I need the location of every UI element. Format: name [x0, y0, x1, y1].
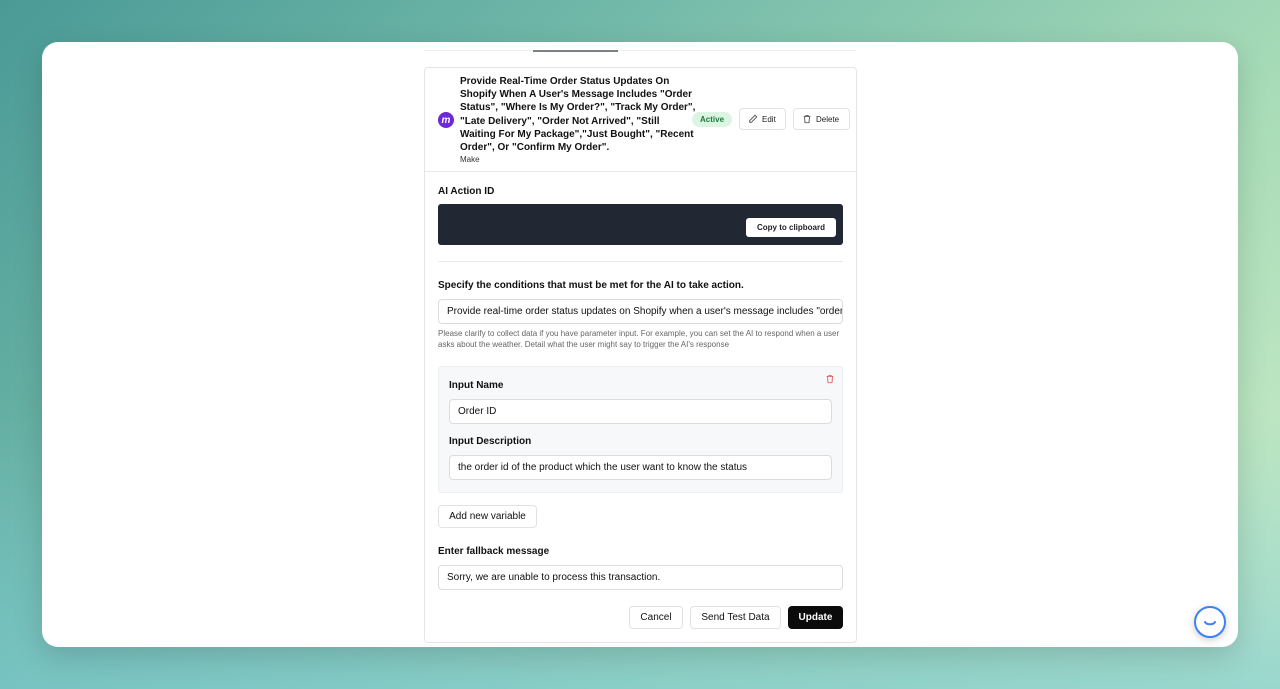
conditions-label: Specify the conditions that must be met … — [438, 280, 744, 291]
send-test-data-button[interactable]: Send Test Data — [690, 606, 781, 629]
variable-box: Input Name Order ID Input Description th… — [438, 366, 843, 493]
status-badge: Active — [692, 112, 733, 127]
ai-action-card: m Provide Real-Time Order Status Updates… — [424, 67, 857, 643]
app-name: Make — [460, 155, 480, 164]
make-logo-icon: m — [438, 112, 454, 128]
input-description-field[interactable]: the order id of the product which the us… — [449, 455, 832, 480]
delete-button[interactable]: Delete — [793, 108, 850, 130]
action-title: Provide Real-Time Order Status Updates O… — [460, 76, 696, 154]
input-description-label: Input Description — [449, 436, 532, 447]
action-header: m Provide Real-Time Order Status Updates… — [425, 68, 856, 172]
fallback-label: Enter fallback message — [438, 546, 550, 557]
input-name-field[interactable]: Order ID — [449, 399, 832, 424]
edit-button[interactable]: Edit — [739, 108, 786, 130]
ai-action-id-label: AI Action ID — [438, 186, 495, 197]
pencil-icon — [749, 114, 758, 123]
ai-action-id-box: Copy to clipboard — [438, 204, 843, 245]
active-tab-indicator — [533, 50, 618, 52]
app-window: m Provide Real-Time Order Status Updates… — [42, 42, 1238, 647]
input-name-label: Input Name — [449, 380, 504, 391]
chat-smile-icon — [1204, 621, 1216, 626]
copy-to-clipboard-button[interactable]: Copy to clipboard — [746, 218, 836, 237]
cancel-button[interactable]: Cancel — [629, 606, 683, 629]
trash-icon — [803, 115, 811, 124]
conditions-input[interactable]: Provide real-time order status updates o… — [438, 299, 843, 324]
delete-label: Delete — [816, 114, 840, 124]
conditions-help-text: Please clarify to collect data if you ha… — [438, 329, 840, 349]
chat-launcher-button[interactable] — [1194, 606, 1226, 638]
add-variable-button[interactable]: Add new variable — [438, 505, 537, 528]
fallback-input[interactable]: Sorry, we are unable to process this tra… — [438, 565, 843, 590]
edit-label: Edit — [762, 114, 776, 124]
tabs-underline — [424, 50, 856, 51]
section-divider — [438, 261, 843, 262]
remove-variable-icon[interactable] — [825, 374, 835, 384]
update-button[interactable]: Update — [788, 606, 843, 629]
